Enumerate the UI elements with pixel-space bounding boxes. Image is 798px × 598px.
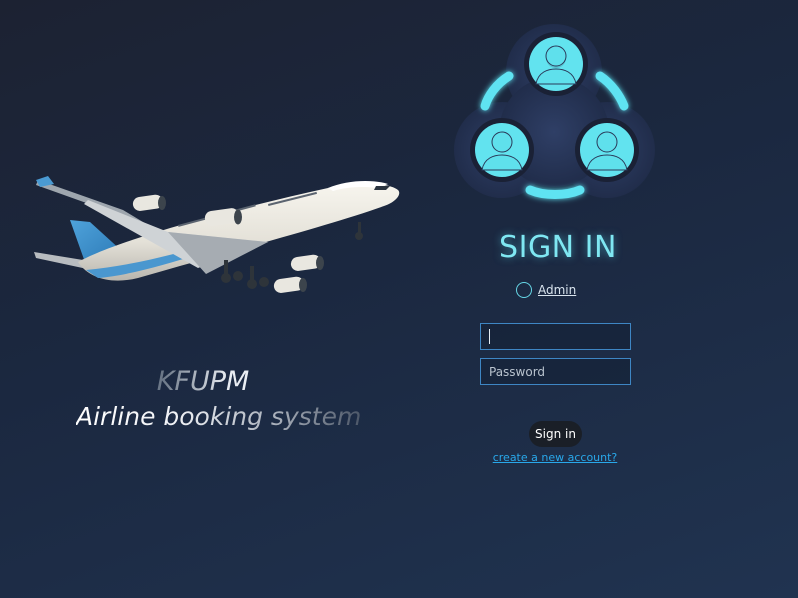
brand-title: KFUPM: [0, 366, 406, 397]
text-caret: [489, 329, 490, 344]
admin-radio[interactable]: Admin: [516, 282, 576, 298]
signin-heading: SIGN IN: [499, 230, 617, 265]
airplane-image: [34, 176, 400, 293]
radio-circle-icon[interactable]: [516, 282, 532, 298]
admin-label: Admin: [538, 283, 577, 297]
password-input[interactable]: [480, 358, 631, 385]
login-window: KFUPM Airline booking system SIGN IN Adm…: [0, 0, 798, 598]
create-account-link[interactable]: create a new account?: [480, 451, 630, 464]
signin-button[interactable]: Sign in: [529, 421, 582, 447]
brand-subtitle: Airline booking system: [76, 402, 362, 431]
username-input[interactable]: [480, 323, 631, 350]
users-group-icon: [454, 24, 655, 199]
